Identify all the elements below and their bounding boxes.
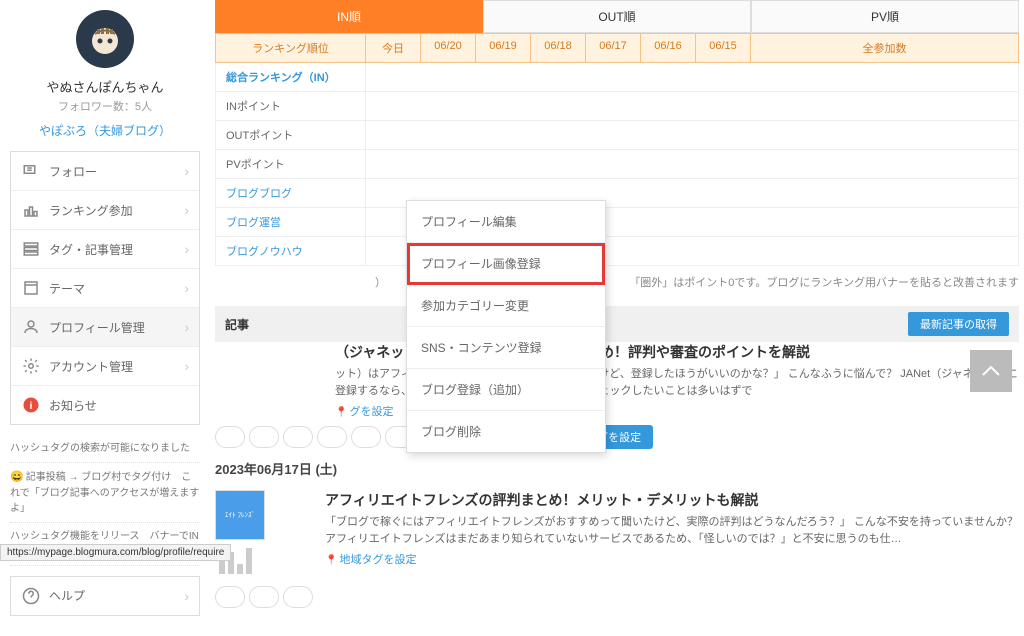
notice-item[interactable]: ハッシュタグの検索が可能になりました <box>10 435 200 463</box>
tag-slot[interactable] <box>317 426 347 448</box>
gear-icon <box>21 356 41 376</box>
sidebar-item-account[interactable]: アカウント管理 › <box>11 347 199 386</box>
rank-header-date: 06/18 <box>531 34 586 62</box>
sidebar-item-label: アカウント管理 <box>49 358 184 375</box>
rank-row: 総合ランキング（IN） <box>215 63 1019 92</box>
article-section-header: 記事 最新記事の取得 <box>215 306 1019 342</box>
theme-icon <box>21 278 41 298</box>
notice-item[interactable]: 😄記事投稿 → ブログ村でタグ付け これで「ブログ記事へのアクセスが増えますよ」 <box>10 463 200 523</box>
avatar <box>76 10 134 68</box>
tag-icon <box>21 239 41 259</box>
chevron-right-icon: › <box>184 241 189 257</box>
rank-icon <box>21 200 41 220</box>
rank-row: ブログブログ <box>215 179 1019 208</box>
svg-text:i: i <box>30 400 33 412</box>
submenu-blog-delete[interactable]: ブログ削除 <box>407 411 605 452</box>
sidebar-item-follow[interactable]: フォロー › <box>11 152 199 191</box>
sidebar-item-theme[interactable]: テーマ › <box>11 269 199 308</box>
rank-row-label[interactable]: ブログブログ <box>216 179 366 207</box>
chevron-right-icon: › <box>184 358 189 374</box>
rank-row: INポイント <box>215 92 1019 121</box>
rank-header-total: 全参加数 <box>751 34 1018 62</box>
rank-row: ブログノウハウ <box>215 237 1019 266</box>
sidebar-item-tag[interactable]: タグ・記事管理 › <box>11 230 199 269</box>
tab-out[interactable]: OUT順 <box>483 0 751 33</box>
rank-header-row: ランキング順位 今日 06/20 06/19 06/18 06/17 06/16… <box>215 33 1019 63</box>
profile-icon <box>21 317 41 337</box>
rank-header-date: 06/16 <box>641 34 696 62</box>
rank-header-date: 06/17 <box>586 34 641 62</box>
submenu-profile-image[interactable]: プロフィール画像登録 <box>407 243 605 285</box>
tag-slot[interactable] <box>351 426 381 448</box>
rank-tabs: IN順 OUT順 PV順 <box>215 0 1019 33</box>
chevron-up-icon <box>981 365 1001 377</box>
info-icon: i <box>21 395 41 415</box>
rank-row-label[interactable]: ブログノウハウ <box>216 237 366 265</box>
rank-row-label: PVポイント <box>216 150 366 178</box>
rank-row: PVポイント <box>215 150 1019 179</box>
tab-in[interactable]: IN順 <box>215 0 483 33</box>
tag-slot[interactable] <box>249 586 279 608</box>
emoji-icon: 😄 <box>10 471 24 483</box>
geo-tag-link[interactable]: 地域タグを設定 <box>325 551 1019 567</box>
submenu-category-change[interactable]: 参加カテゴリー変更 <box>407 285 605 327</box>
rank-row-label: INポイント <box>216 92 366 120</box>
sidebar-item-label: ランキング参加 <box>49 202 184 219</box>
status-bar-url: https://mypage.blogmura.com/blog/profile… <box>0 544 231 561</box>
submenu-blog-add[interactable]: ブログ登録（追加） <box>407 369 605 411</box>
tag-slot[interactable] <box>283 426 313 448</box>
sidebar-item-label: ヘルプ <box>49 587 184 604</box>
chevron-right-icon: › <box>184 319 189 335</box>
sidebar-item-profile[interactable]: プロフィール管理 › <box>11 308 199 347</box>
tag-slot[interactable] <box>283 586 313 608</box>
sidebar-item-label: テーマ <box>49 280 184 297</box>
chevron-right-icon: › <box>184 202 189 218</box>
rank-row-label[interactable]: 総合ランキング（IN） <box>216 63 366 91</box>
follower-count: フォロワー数：5人 <box>10 98 200 114</box>
rank-note-right: 「圏外」はポイント0です。ブログにランキング用バナーを貼ると改善されます <box>629 274 1019 290</box>
tab-pv[interactable]: PV順 <box>751 0 1019 33</box>
sidebar-item-notice[interactable]: i お知らせ <box>11 386 199 424</box>
chevron-right-icon: › <box>184 280 189 296</box>
sidebar-menu: フォロー › ランキング参加 › タグ・記事管理 › テーマ › プロフィール管… <box>10 151 200 425</box>
latest-articles-button[interactable]: 最新記事の取得 <box>908 312 1009 336</box>
follow-icon <box>21 161 41 181</box>
date-header: 2023年06月17日 (土) <box>215 459 1019 478</box>
chevron-right-icon: › <box>184 163 189 179</box>
article-thumbnail[interactable]: ｴｲﾄ ﾌﾚﾝｽﾞ <box>215 490 265 540</box>
username: やぬさんぽんちゃん <box>10 77 200 96</box>
sidebar-item-label: お知らせ <box>49 397 189 414</box>
tag-slot[interactable] <box>249 426 279 448</box>
tag-slot[interactable] <box>215 586 245 608</box>
article-desc: 「ブログで稼ぐにはアフィリエイトフレンズがおすすめって聞いたけど、実際の評判はど… <box>325 514 1019 547</box>
rank-header-label: ランキング順位 <box>216 34 366 62</box>
article-title[interactable]: アフィリエイトフレンズの評判まとめ！メリット・デメリットも解説 <box>325 490 1019 510</box>
help-icon <box>21 586 41 606</box>
blog-link[interactable]: やぽぶろ（夫婦ブログ） <box>39 124 171 138</box>
rank-header-date: 06/15 <box>696 34 751 62</box>
rank-header-date: 06/19 <box>476 34 531 62</box>
hashtag-row: # ハッシュタグを設定 <box>215 425 1019 449</box>
rank-row: ブログ運営 <box>215 208 1019 237</box>
submenu-sns-register[interactable]: SNS・コンテンツ登録 <box>407 327 605 369</box>
rank-header-date: 06/20 <box>421 34 476 62</box>
submenu-profile-edit[interactable]: プロフィール編集 <box>407 201 605 243</box>
tag-slot[interactable] <box>215 426 245 448</box>
sidebar-item-ranking[interactable]: ランキング参加 › <box>11 191 199 230</box>
rank-note-left: ） <box>215 274 386 290</box>
rank-row: OUTポイント <box>215 121 1019 150</box>
hashtag-row <box>215 586 1019 608</box>
rank-row-label[interactable]: ブログ運営 <box>216 208 366 236</box>
sidebar-item-help[interactable]: ヘルプ › <box>11 577 199 615</box>
article-item: ｴｲﾄ ﾌﾚﾝｽﾞ アフィリエイトフレンズの評判まとめ！メリット・デメリットも解… <box>215 484 1019 580</box>
rank-row-label: OUTポイント <box>216 121 366 149</box>
sidebar-item-label: フォロー <box>49 163 184 180</box>
rank-header-today: 今日 <box>366 34 421 62</box>
profile-submenu: プロフィール編集 プロフィール画像登録 参加カテゴリー変更 SNS・コンテンツ登… <box>406 200 606 453</box>
chevron-right-icon: › <box>184 588 189 604</box>
scroll-top-button[interactable] <box>970 350 1012 392</box>
sidebar-item-label: プロフィール管理 <box>49 319 184 336</box>
sidebar-item-label: タグ・記事管理 <box>49 241 184 258</box>
